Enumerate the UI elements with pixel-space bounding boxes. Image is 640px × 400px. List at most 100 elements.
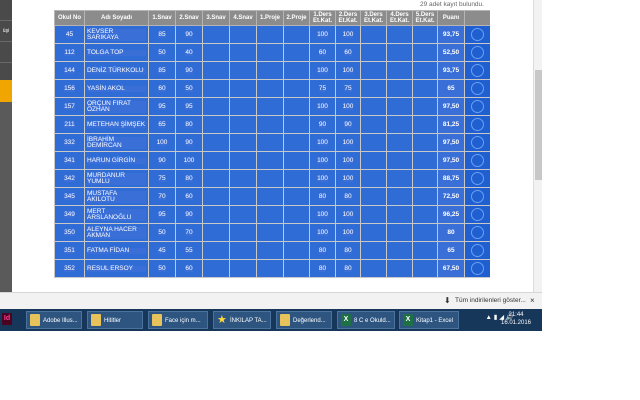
cell-proje-1[interactable] [256,133,284,152]
cell-ders-4[interactable] [386,241,413,260]
table-row[interactable]: 342 MURDANUR YUMLU 75 80 100 100 88,75 [54,169,490,188]
cell-ders-5[interactable] [412,115,438,134]
col-header-proje-2[interactable]: 2.Proje [283,10,310,26]
cell-puan[interactable]: 93,75 [437,61,465,80]
cell-ders-3[interactable] [360,223,387,242]
cell-puan[interactable]: 52,50 [437,43,465,62]
cell-ders-3[interactable] [360,79,387,98]
row-action-cell[interactable] [464,25,490,44]
cell-ders-4[interactable] [386,259,413,278]
cell-ders-4[interactable] [386,97,413,116]
taskbar-item[interactable]: Hititler [87,311,143,329]
cell-ders-5[interactable] [412,43,438,62]
cell-proje-2[interactable] [283,205,310,224]
cell-okul-no[interactable]: 351 [54,241,85,260]
cell-ders-5[interactable] [412,205,438,224]
cell-okul-no[interactable]: 144 [54,61,85,80]
cell-ders-3[interactable] [360,43,387,62]
table-row[interactable]: 345 MUSTAFA AKILOTU 70 60 80 80 72,50 [54,187,490,206]
cell-ders-1[interactable]: 60 [309,43,336,62]
cell-proje-2[interactable] [283,259,310,278]
cell-adi-soyadi[interactable]: İBRAHİM DEMİRCAN [84,133,149,152]
cell-proje-1[interactable] [256,259,284,278]
cell-ders-1[interactable]: 80 [309,259,336,278]
row-action-icon[interactable] [471,154,484,167]
close-icon[interactable]: × [530,296,535,305]
row-action-icon[interactable] [471,28,484,41]
cell-ders-3[interactable] [360,97,387,116]
cell-okul-no[interactable]: 157 [54,97,85,116]
row-action-cell[interactable] [464,151,490,170]
cell-ders-5[interactable] [412,259,438,278]
cell-sinav-3[interactable] [202,61,230,80]
cell-ders-1[interactable]: 80 [309,187,336,206]
cell-ders-1[interactable]: 100 [309,205,336,224]
cell-ders-4[interactable] [386,79,413,98]
cell-ders-2[interactable]: 60 [335,43,361,62]
row-action-cell[interactable] [464,241,490,260]
cell-ders-3[interactable] [360,151,387,170]
cell-adi-soyadi[interactable]: RESUL ERSOY [84,259,149,278]
cell-proje-2[interactable] [283,133,310,152]
cell-adi-soyadi[interactable]: ORÇUN FIRAT ÖZHAN [84,97,149,116]
cell-ders-3[interactable] [360,205,387,224]
cell-proje-2[interactable] [283,43,310,62]
cell-ders-5[interactable] [412,25,438,44]
table-row[interactable]: 45 KEVSER SARIKAYA 85 90 100 100 93,75 [54,25,490,44]
cell-sinav-4[interactable] [229,115,257,134]
cell-ders-1[interactable]: 90 [309,115,336,134]
cell-okul-no[interactable]: 156 [54,79,85,98]
cell-sinav-3[interactable] [202,169,230,188]
taskbar-item[interactable]: X Kitap1 - Excel [399,311,459,329]
cell-sinav-2[interactable]: 50 [175,79,203,98]
cell-ders-5[interactable] [412,97,438,116]
cell-puan[interactable]: 97,50 [437,133,465,152]
cell-proje-2[interactable] [283,115,310,134]
cell-puan[interactable]: 65 [437,241,465,260]
taskbar-item[interactable]: X8 C e Okuld... [337,311,395,329]
cell-okul-no[interactable]: 332 [54,133,85,152]
cell-ders-2[interactable]: 100 [335,169,361,188]
cell-sinav-4[interactable] [229,97,257,116]
cell-ders-2[interactable]: 100 [335,25,361,44]
cell-sinav-4[interactable] [229,259,257,278]
row-action-cell[interactable] [464,169,490,188]
cell-sinav-3[interactable] [202,97,230,116]
cell-ders-2[interactable]: 80 [335,259,361,278]
cell-proje-2[interactable] [283,223,310,242]
cell-ders-2[interactable]: 100 [335,97,361,116]
cell-sinav-4[interactable] [229,187,257,206]
taskbar-item[interactable]: ★ İNKILAP TA... [213,311,271,329]
cell-ders-4[interactable] [386,133,413,152]
cell-ders-2[interactable]: 100 [335,205,361,224]
table-row[interactable]: 144 DENİZ TÜRKKOLU 85 90 100 100 93,75 [54,61,490,80]
cell-sinav-4[interactable] [229,205,257,224]
cell-okul-no[interactable]: 112 [54,43,85,62]
cell-puan[interactable]: 80 [437,223,465,242]
cell-sinav-1[interactable]: 95 [148,205,176,224]
cell-ders-2[interactable]: 80 [335,241,361,260]
cell-sinav-3[interactable] [202,133,230,152]
taskbar-item[interactable]: Adobe Illus... [26,311,82,329]
cell-ders-1[interactable]: 75 [309,79,336,98]
cell-adi-soyadi[interactable]: FATMA FİDAN [84,241,149,260]
cell-sinav-1[interactable]: 50 [148,259,176,278]
cell-ders-2[interactable]: 100 [335,133,361,152]
cell-ders-1[interactable]: 100 [309,223,336,242]
row-action-cell[interactable] [464,187,490,206]
col-header-sinav-2[interactable]: 2.Snav [175,10,203,26]
cell-proje-1[interactable] [256,205,284,224]
row-action-icon[interactable] [471,118,484,131]
cell-adi-soyadi[interactable]: MUSTAFA AKILOTU [84,187,149,206]
cell-okul-no[interactable]: 345 [54,187,85,206]
cell-sinav-1[interactable]: 75 [148,169,176,188]
cell-okul-no[interactable]: 352 [54,259,85,278]
cell-sinav-2[interactable]: 80 [175,115,203,134]
row-action-icon[interactable] [471,46,484,59]
taskbar-item[interactable]: Değerlend... [276,311,332,329]
row-action-cell[interactable] [464,43,490,62]
cell-ders-5[interactable] [412,187,438,206]
cell-sinav-1[interactable]: 60 [148,79,176,98]
show-all-downloads-link[interactable]: Tüm indirilenleri göster... [455,297,526,304]
row-action-cell[interactable] [464,223,490,242]
